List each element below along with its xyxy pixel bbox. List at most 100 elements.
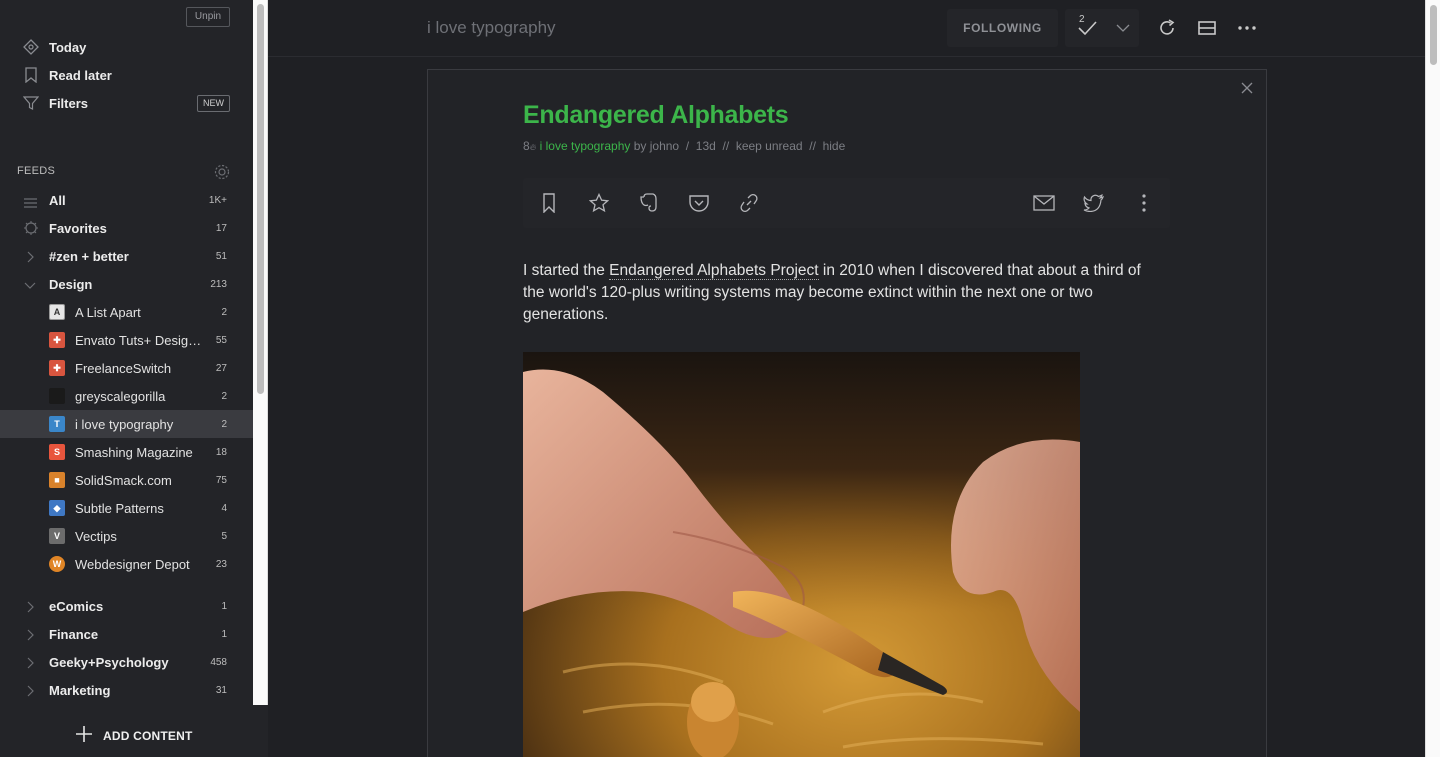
feed-label: Subtle Patterns	[75, 501, 164, 516]
feed-group-design[interactable]: Design 213	[0, 270, 253, 298]
unread-count: 4	[221, 503, 227, 514]
article-source-link[interactable]: i love typography	[540, 139, 631, 153]
feed-group-all[interactable]: All 1K+	[0, 186, 253, 214]
unread-count: 27	[215, 363, 227, 374]
article-title[interactable]: Endangered Alphabets	[523, 101, 789, 130]
chevron-down-icon[interactable]	[24, 278, 36, 290]
sidebar-scrollbar[interactable]	[253, 0, 268, 705]
list-icon	[24, 195, 37, 208]
feed-item-greyscalegorilla[interactable]: greyscalegorilla 2	[0, 382, 253, 410]
chevron-down-icon[interactable]	[1112, 17, 1134, 39]
following-button[interactable]: FOLLOWING	[947, 9, 1058, 47]
feed-label: greyscalegorilla	[75, 389, 166, 404]
feed-label: Vectips	[75, 529, 117, 544]
link-icon[interactable]	[738, 192, 760, 214]
pocket-icon[interactable]	[688, 192, 710, 214]
feed-item-solidsmack[interactable]: ■ SolidSmack.com 75	[0, 466, 253, 494]
article-author: by johno	[633, 139, 680, 153]
solidsmack-favicon-icon: ■	[49, 472, 65, 488]
feed-item-subtle-patterns[interactable]: ◆ Subtle Patterns 4	[0, 494, 253, 522]
unread-count: 2	[221, 391, 227, 402]
feed-label: FreelanceSwitch	[75, 361, 172, 376]
unread-count: 17	[215, 223, 227, 234]
unread-count: 75	[215, 475, 227, 486]
mark-as-read-group: 2	[1065, 9, 1139, 47]
hide-link[interactable]: hide	[823, 139, 846, 153]
feed-group-favorites[interactable]: Favorites 17	[0, 214, 253, 242]
meta-separator: //	[809, 139, 816, 153]
feed-item-freelanceswitch[interactable]: ✚ FreelanceSwitch 27	[0, 354, 253, 382]
article-body-text: I started the	[523, 262, 610, 279]
feed-group-geeky-psychology[interactable]: Geeky+Psychology 458	[0, 648, 253, 676]
add-content-label: ADD CONTENT	[103, 729, 193, 743]
add-content-button[interactable]: ADD CONTENT	[0, 705, 268, 757]
feed-item-vectips[interactable]: V Vectips 5	[0, 522, 253, 550]
unread-count: 51	[215, 251, 227, 262]
feed-item-smashing-magazine[interactable]: S Smashing Magazine 18	[0, 438, 253, 466]
unread-count: 23	[215, 559, 227, 570]
article-card: Endangered Alphabets 8🔥︎ i love typograp…	[427, 69, 1267, 757]
feed-item-i-love-typography[interactable]: T i love typography 2	[0, 410, 253, 438]
unread-count: 213	[210, 279, 227, 290]
nav-today[interactable]: Today	[0, 33, 253, 61]
close-icon[interactable]	[1240, 81, 1254, 95]
chevron-right-icon[interactable]	[24, 250, 36, 263]
a-list-apart-favicon-icon: A	[49, 304, 65, 320]
chevron-right-icon[interactable]	[24, 684, 36, 697]
refresh-icon[interactable]	[1156, 17, 1178, 39]
feed-label: Smashing Magazine	[75, 445, 193, 460]
more-icon[interactable]	[1236, 17, 1258, 39]
webdesigner-depot-favicon-icon: W	[49, 556, 65, 572]
nav-read-later-label: Read later	[49, 67, 112, 83]
feed-group-finance[interactable]: Finance 1	[0, 620, 253, 648]
gear-icon[interactable]	[213, 163, 231, 181]
main-panel: i love typography FOLLOWING 2 Endangered…	[268, 0, 1425, 757]
sidebar-scroll-area: Unpin Today Read later Filters NEW FEEDS	[0, 0, 253, 705]
feed-item-a-list-apart[interactable]: A A List Apart 2	[0, 298, 253, 326]
feed-label: Webdesigner Depot	[75, 557, 190, 572]
keep-unread-link[interactable]: keep unread	[736, 139, 803, 153]
article-body: I started the Endangered Alphabets Proje…	[523, 260, 1163, 326]
main-scrollbar[interactable]	[1425, 0, 1440, 757]
feeds-section-label: FEEDS	[17, 165, 56, 177]
more-vertical-icon[interactable]	[1133, 192, 1155, 214]
feed-group-marketing[interactable]: Marketing 31	[0, 676, 253, 704]
endangered-alphabets-link[interactable]: Endangered Alphabets Project	[609, 262, 819, 280]
article-age: 13d	[695, 139, 716, 153]
meta-separator: /	[685, 139, 690, 153]
bookmark-icon	[22, 66, 40, 84]
twitter-icon[interactable]	[1083, 192, 1105, 214]
layout-icon[interactable]	[1196, 17, 1218, 39]
nav-filters[interactable]: Filters NEW	[0, 89, 253, 117]
filter-icon	[22, 94, 40, 112]
favorites-icon	[23, 220, 39, 236]
nav-read-later[interactable]: Read later	[0, 61, 253, 89]
star-icon[interactable]	[588, 192, 610, 214]
bookmark-icon[interactable]	[538, 192, 560, 214]
evernote-icon[interactable]	[638, 192, 660, 214]
feed-label: A List Apart	[75, 305, 141, 320]
main-scrollbar-thumb[interactable]	[1430, 5, 1437, 65]
top-bar: i love typography FOLLOWING 2	[268, 0, 1425, 57]
feed-group-label: Geeky+Psychology	[49, 655, 169, 670]
feed-group-zen[interactable]: #zen + better 51	[0, 242, 253, 270]
unpin-button[interactable]: Unpin	[186, 7, 230, 27]
greyscalegorilla-favicon-icon	[49, 388, 65, 404]
sidebar: Unpin Today Read later Filters NEW FEEDS	[0, 0, 253, 757]
feed-item-webdesigner-depot[interactable]: W Webdesigner Depot 23	[0, 550, 253, 578]
flame-icon: 🔥︎	[529, 142, 537, 152]
feed-label: i love typography	[75, 417, 174, 432]
chevron-right-icon[interactable]	[24, 656, 36, 669]
feed-group-ecomics[interactable]: eComics 1	[0, 592, 253, 620]
chevron-right-icon[interactable]	[24, 600, 36, 613]
chevron-right-icon[interactable]	[24, 628, 36, 641]
sidebar-scrollbar-thumb[interactable]	[257, 4, 264, 394]
email-icon[interactable]	[1033, 192, 1055, 214]
unread-count: 2	[221, 307, 227, 318]
checkmark-icon[interactable]	[1076, 17, 1098, 39]
article-meta: 8🔥︎ i love typography by johno / 13d // …	[523, 139, 845, 153]
unread-count: 31	[215, 685, 227, 696]
feed-group-label: All	[49, 193, 66, 208]
feed-item-envato[interactable]: ✚ Envato Tuts+ Design & Illustration 55	[0, 326, 253, 354]
unread-count: 1	[221, 629, 227, 640]
